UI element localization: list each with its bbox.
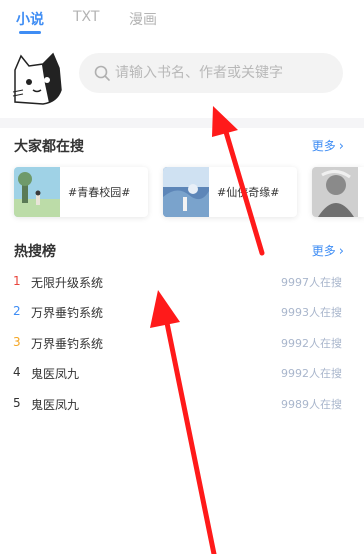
trending-card-label: #仙侠奇缘# (217, 186, 280, 199)
search-bar[interactable] (79, 53, 343, 93)
rank-book-title: 鬼医凤九 (31, 367, 80, 381)
category-tabs: 小说 TXT 漫画 (0, 0, 364, 38)
rank-number: 2 (13, 304, 21, 318)
trending-title: 大家都在搜 (14, 139, 84, 155)
search-header (0, 38, 364, 118)
trending-cards: #青春校园# #仙侠奇缘# (0, 163, 364, 223)
rank-number: 5 (13, 396, 21, 410)
rank-search-count: 9993人在搜 (281, 306, 342, 319)
trending-card[interactable] (312, 167, 364, 217)
rank-book-title: 无限升级系统 (31, 276, 104, 290)
rank-row[interactable]: 4 鬼医凤九 9992人在搜 (0, 362, 364, 384)
search-input[interactable] (115, 53, 335, 93)
rank-row[interactable]: 2 万界垂钓系统 9993人在搜 (0, 301, 364, 323)
trending-card[interactable]: #青春校园# (14, 167, 148, 217)
trending-more-link[interactable]: 更多 › (312, 137, 344, 154)
annotation-arrow-lower (150, 290, 217, 554)
rank-search-count: 9992人在搜 (281, 337, 342, 350)
chevron-right-icon: › (338, 139, 344, 154)
active-tab-indicator (19, 31, 41, 34)
chevron-right-icon: › (338, 244, 344, 259)
cat-mascot-icon (12, 52, 62, 105)
trending-more-label: 更多 (311, 139, 336, 153)
search-icon (94, 65, 110, 81)
rank-number: 3 (13, 335, 21, 349)
tab-txt[interactable]: TXT (73, 9, 99, 25)
rank-number: 1 (13, 274, 21, 288)
tab-comic[interactable]: 漫画 (129, 9, 157, 29)
hot-more-label: 更多 (311, 244, 336, 258)
rank-row[interactable]: 5 鬼医凤九 9989人在搜 (0, 393, 364, 415)
tab-novel[interactable]: 小说 (16, 9, 44, 29)
rank-book-title: 万界垂钓系统 (31, 306, 104, 320)
section-divider (0, 118, 364, 128)
trending-card-label: #青春校园# (68, 186, 131, 199)
trending-card[interactable]: #仙侠奇缘# (163, 167, 297, 217)
book-cover-image (312, 167, 358, 217)
hot-title: 热搜榜 (14, 244, 56, 260)
rank-row[interactable]: 3 万界垂钓系统 9992人在搜 (0, 332, 364, 354)
rank-book-title: 万界垂钓系统 (31, 337, 104, 351)
rank-search-count: 9992人在搜 (281, 367, 342, 380)
rank-search-count: 9989人在搜 (281, 398, 342, 411)
rank-number: 4 (13, 365, 21, 379)
rank-search-count: 9997人在搜 (281, 276, 342, 289)
rank-book-title: 鬼医凤九 (31, 398, 80, 412)
book-cover-image (163, 167, 209, 217)
book-cover-image (14, 167, 60, 217)
hot-more-link[interactable]: 更多 › (312, 242, 344, 259)
rank-row[interactable]: 1 无限升级系统 9997人在搜 (0, 271, 364, 293)
